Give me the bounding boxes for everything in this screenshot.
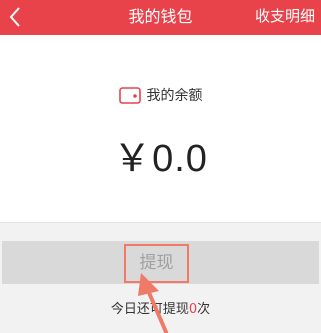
transaction-detail-link[interactable]: 收支明细: [255, 0, 315, 35]
tip-suffix: 次: [197, 302, 211, 317]
balance-label-row: 我的余额: [0, 84, 321, 106]
arrow-icon: [138, 273, 168, 333]
balance-amount: ￥0.0: [113, 138, 208, 180]
wallet-icon: [118, 86, 141, 104]
header-bar: 我的钱包 收支明细: [0, 0, 321, 35]
balance-label: 我的余额: [146, 88, 203, 104]
divider: [0, 222, 321, 223]
balance-card: 我的余额 ￥0.0: [0, 35, 321, 222]
tip-count: 0: [188, 302, 198, 317]
